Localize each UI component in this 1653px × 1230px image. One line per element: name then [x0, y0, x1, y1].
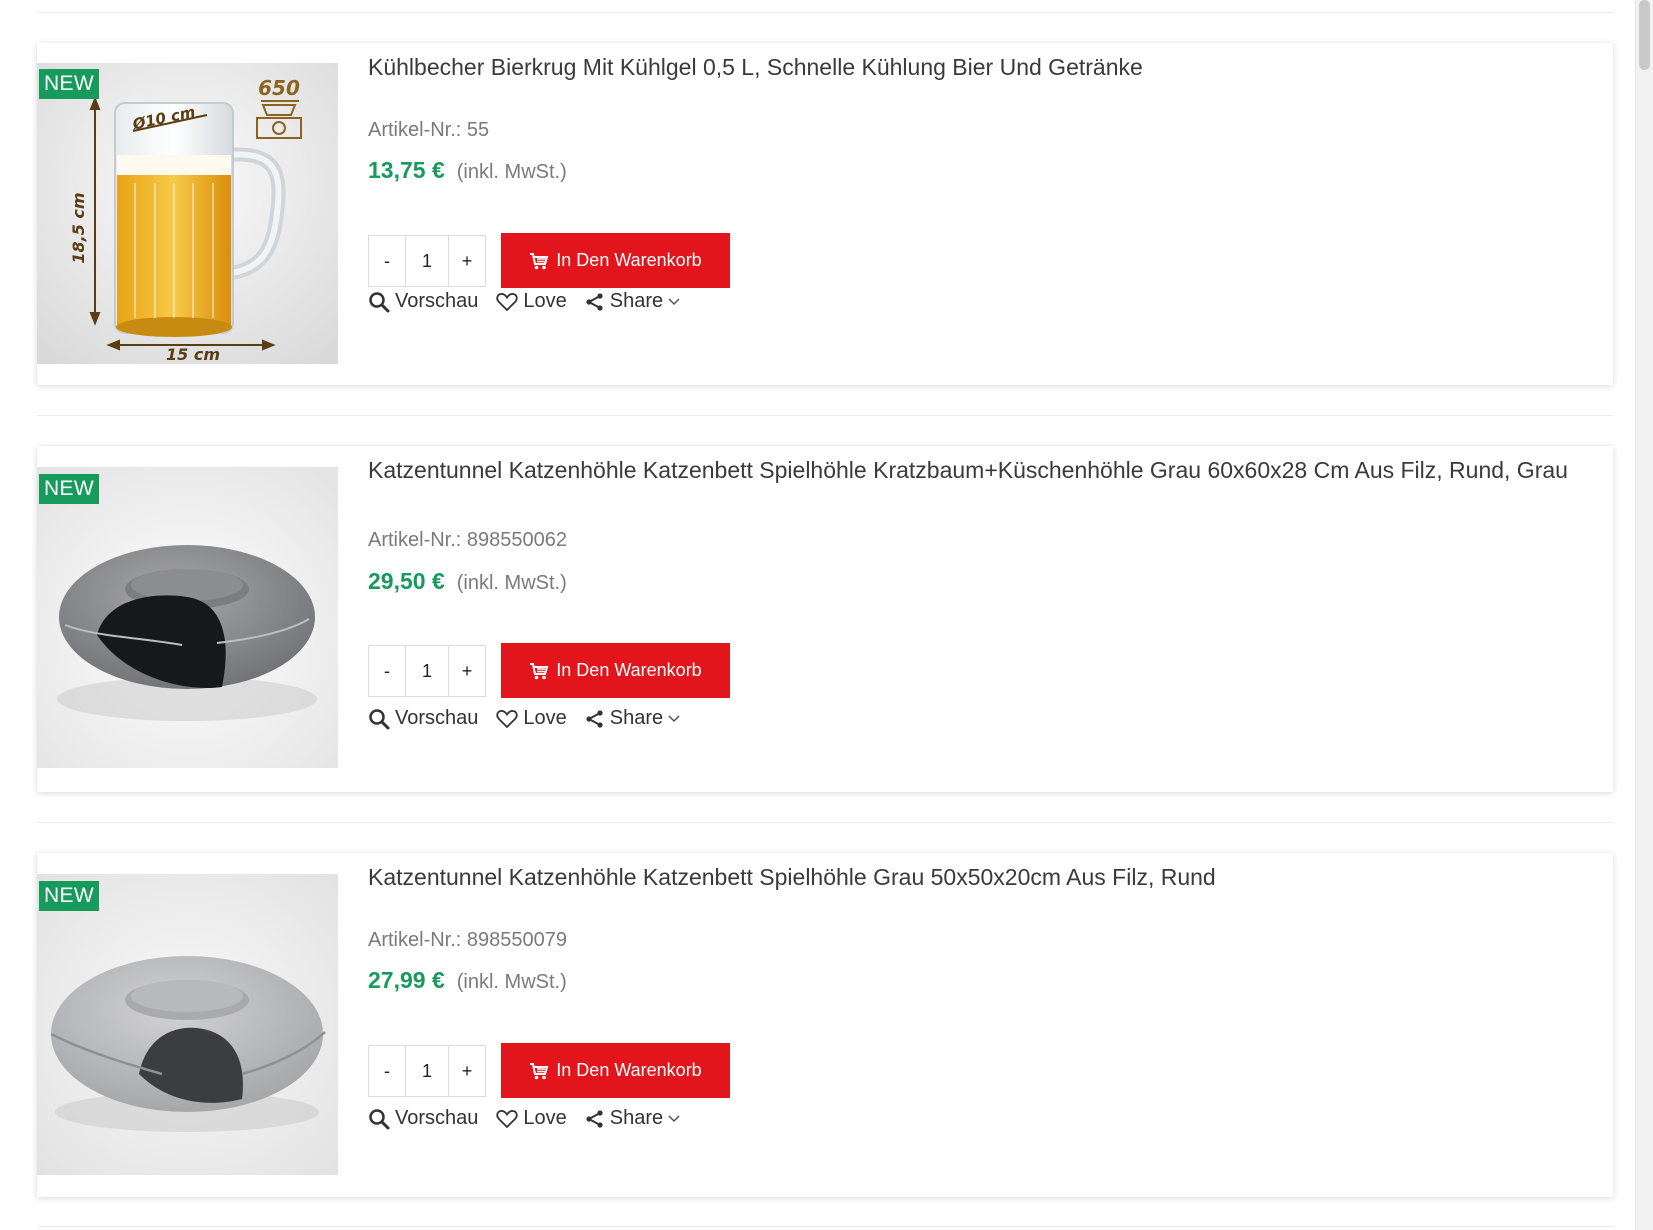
- product-actions: Vorschau Love Share: [368, 1107, 698, 1130]
- price-row: 27,99 € (inkl. MwSt.): [368, 967, 567, 994]
- image-weight-label: 650: [258, 76, 300, 100]
- product-actions: Vorschau Love Share: [368, 290, 698, 313]
- product-image-beer-mug[interactable]: 18,5 cm 15 cm Ø10 cm 650 NEW: [37, 63, 338, 364]
- preview-label: Vorschau: [395, 707, 479, 729]
- share-label: Share: [609, 1107, 664, 1129]
- quantity-stepper: - 1 +: [368, 644, 486, 697]
- tax-note: (inkl. MwSt.): [456, 161, 567, 183]
- preview-label: Vorschau: [395, 1107, 479, 1129]
- add-to-cart-label: In Den Warenkorb: [556, 1060, 702, 1080]
- product-card: 18,5 cm 15 cm Ø10 cm 650 NEW Kühlbecher …: [37, 43, 1613, 385]
- chevron-down-icon: [668, 1114, 680, 1122]
- product-sku: Artikel-Nr.: 898550062: [368, 529, 568, 551]
- product-actions: Vorschau Love Share: [368, 707, 698, 730]
- product-sku: Artikel-Nr.: 898550079: [368, 929, 568, 951]
- quantity-input[interactable]: 1: [405, 235, 449, 286]
- product-price: 27,99 €: [368, 967, 445, 993]
- product-image-cat-cave-light[interactable]: NEW: [37, 874, 338, 1175]
- purchase-row: - 1 + In Den Warenkorb: [368, 643, 730, 698]
- add-to-cart-label: In Den Warenkorb: [556, 660, 702, 680]
- product-price: 29,50 €: [368, 568, 445, 594]
- preview-link[interactable]: Vorschau: [368, 707, 478, 730]
- product-title[interactable]: Katzentunnel Katzenhöhle Katzenbett Spie…: [368, 452, 1568, 488]
- share-dropdown[interactable]: Share: [585, 707, 680, 730]
- price-row: 13,75 € (inkl. MwSt.): [368, 157, 567, 184]
- quantity-increase-button[interactable]: +: [449, 236, 485, 286]
- quantity-decrease-button[interactable]: -: [369, 1046, 405, 1096]
- tax-note: (inkl. MwSt.): [456, 572, 567, 594]
- image-height-label: 18,5 cm: [69, 192, 88, 263]
- divider: [37, 12, 1613, 13]
- image-width-label: 15 cm: [166, 345, 220, 364]
- love-link[interactable]: Love: [496, 707, 567, 730]
- share-dropdown[interactable]: Share: [585, 1107, 680, 1130]
- tax-note: (inkl. MwSt.): [456, 971, 567, 993]
- preview-label: Vorschau: [395, 290, 479, 312]
- product-sku: Artikel-Nr.: 55: [368, 119, 490, 141]
- new-badge: NEW: [39, 881, 99, 911]
- divider: [37, 415, 1613, 416]
- love-label: Love: [523, 1107, 567, 1129]
- search-icon: [369, 1108, 390, 1129]
- cart-icon: [530, 252, 549, 269]
- add-to-cart-button[interactable]: In Den Warenkorb: [501, 643, 730, 698]
- quantity-stepper: - 1 +: [368, 1044, 486, 1097]
- cart-icon: [530, 662, 549, 679]
- product-image-cat-cave-dark[interactable]: NEW: [37, 467, 338, 768]
- product-title[interactable]: Kühlbecher Bierkrug Mit Kühlgel 0,5 L, S…: [368, 49, 1143, 85]
- quantity-decrease-button[interactable]: -: [369, 236, 405, 286]
- quantity-stepper: - 1 +: [368, 234, 486, 287]
- purchase-row: - 1 + In Den Warenkorb: [368, 1043, 730, 1098]
- vertical-scrollbar[interactable]: [1635, 0, 1653, 1230]
- heart-icon: [496, 292, 519, 311]
- quantity-input[interactable]: 1: [405, 645, 449, 696]
- divider: [37, 1226, 1613, 1227]
- search-icon: [369, 291, 390, 312]
- quantity-increase-button[interactable]: +: [449, 646, 485, 696]
- product-card: NEW Katzentunnel Katzenhöhle Katzenbett …: [37, 446, 1613, 792]
- quantity-decrease-button[interactable]: -: [369, 646, 405, 696]
- share-icon: [586, 292, 603, 311]
- new-badge: NEW: [39, 474, 99, 504]
- heart-icon: [496, 1109, 519, 1128]
- preview-link[interactable]: Vorschau: [368, 290, 478, 313]
- divider: [37, 822, 1613, 823]
- chevron-down-icon: [668, 714, 680, 722]
- product-list-page: 18,5 cm 15 cm Ø10 cm 650 NEW Kühlbecher …: [0, 0, 1653, 1230]
- scrollbar-thumb[interactable]: [1639, 0, 1650, 70]
- share-label: Share: [609, 290, 664, 312]
- add-to-cart-button[interactable]: In Den Warenkorb: [501, 233, 730, 288]
- add-to-cart-label: In Den Warenkorb: [556, 250, 702, 270]
- share-dropdown[interactable]: Share: [585, 290, 680, 313]
- search-icon: [369, 708, 390, 729]
- cart-icon: [530, 1062, 549, 1079]
- quantity-increase-button[interactable]: +: [449, 1046, 485, 1096]
- share-icon: [586, 709, 603, 728]
- price-row: 29,50 € (inkl. MwSt.): [368, 568, 567, 595]
- share-icon: [586, 1109, 603, 1128]
- new-badge: NEW: [39, 69, 99, 99]
- purchase-row: - 1 + In Den Warenkorb: [368, 233, 730, 288]
- product-price: 13,75 €: [368, 157, 445, 183]
- quantity-input[interactable]: 1: [405, 1045, 449, 1096]
- product-card: NEW Katzentunnel Katzenhöhle Katzenbett …: [37, 853, 1613, 1197]
- heart-icon: [496, 709, 519, 728]
- love-label: Love: [523, 707, 567, 729]
- love-link[interactable]: Love: [496, 1107, 567, 1130]
- love-link[interactable]: Love: [496, 290, 567, 313]
- product-title[interactable]: Katzentunnel Katzenhöhle Katzenbett Spie…: [368, 859, 1216, 895]
- share-label: Share: [609, 707, 664, 729]
- chevron-down-icon: [668, 297, 680, 305]
- love-label: Love: [523, 290, 567, 312]
- preview-link[interactable]: Vorschau: [368, 1107, 478, 1130]
- add-to-cart-button[interactable]: In Den Warenkorb: [501, 1043, 730, 1098]
